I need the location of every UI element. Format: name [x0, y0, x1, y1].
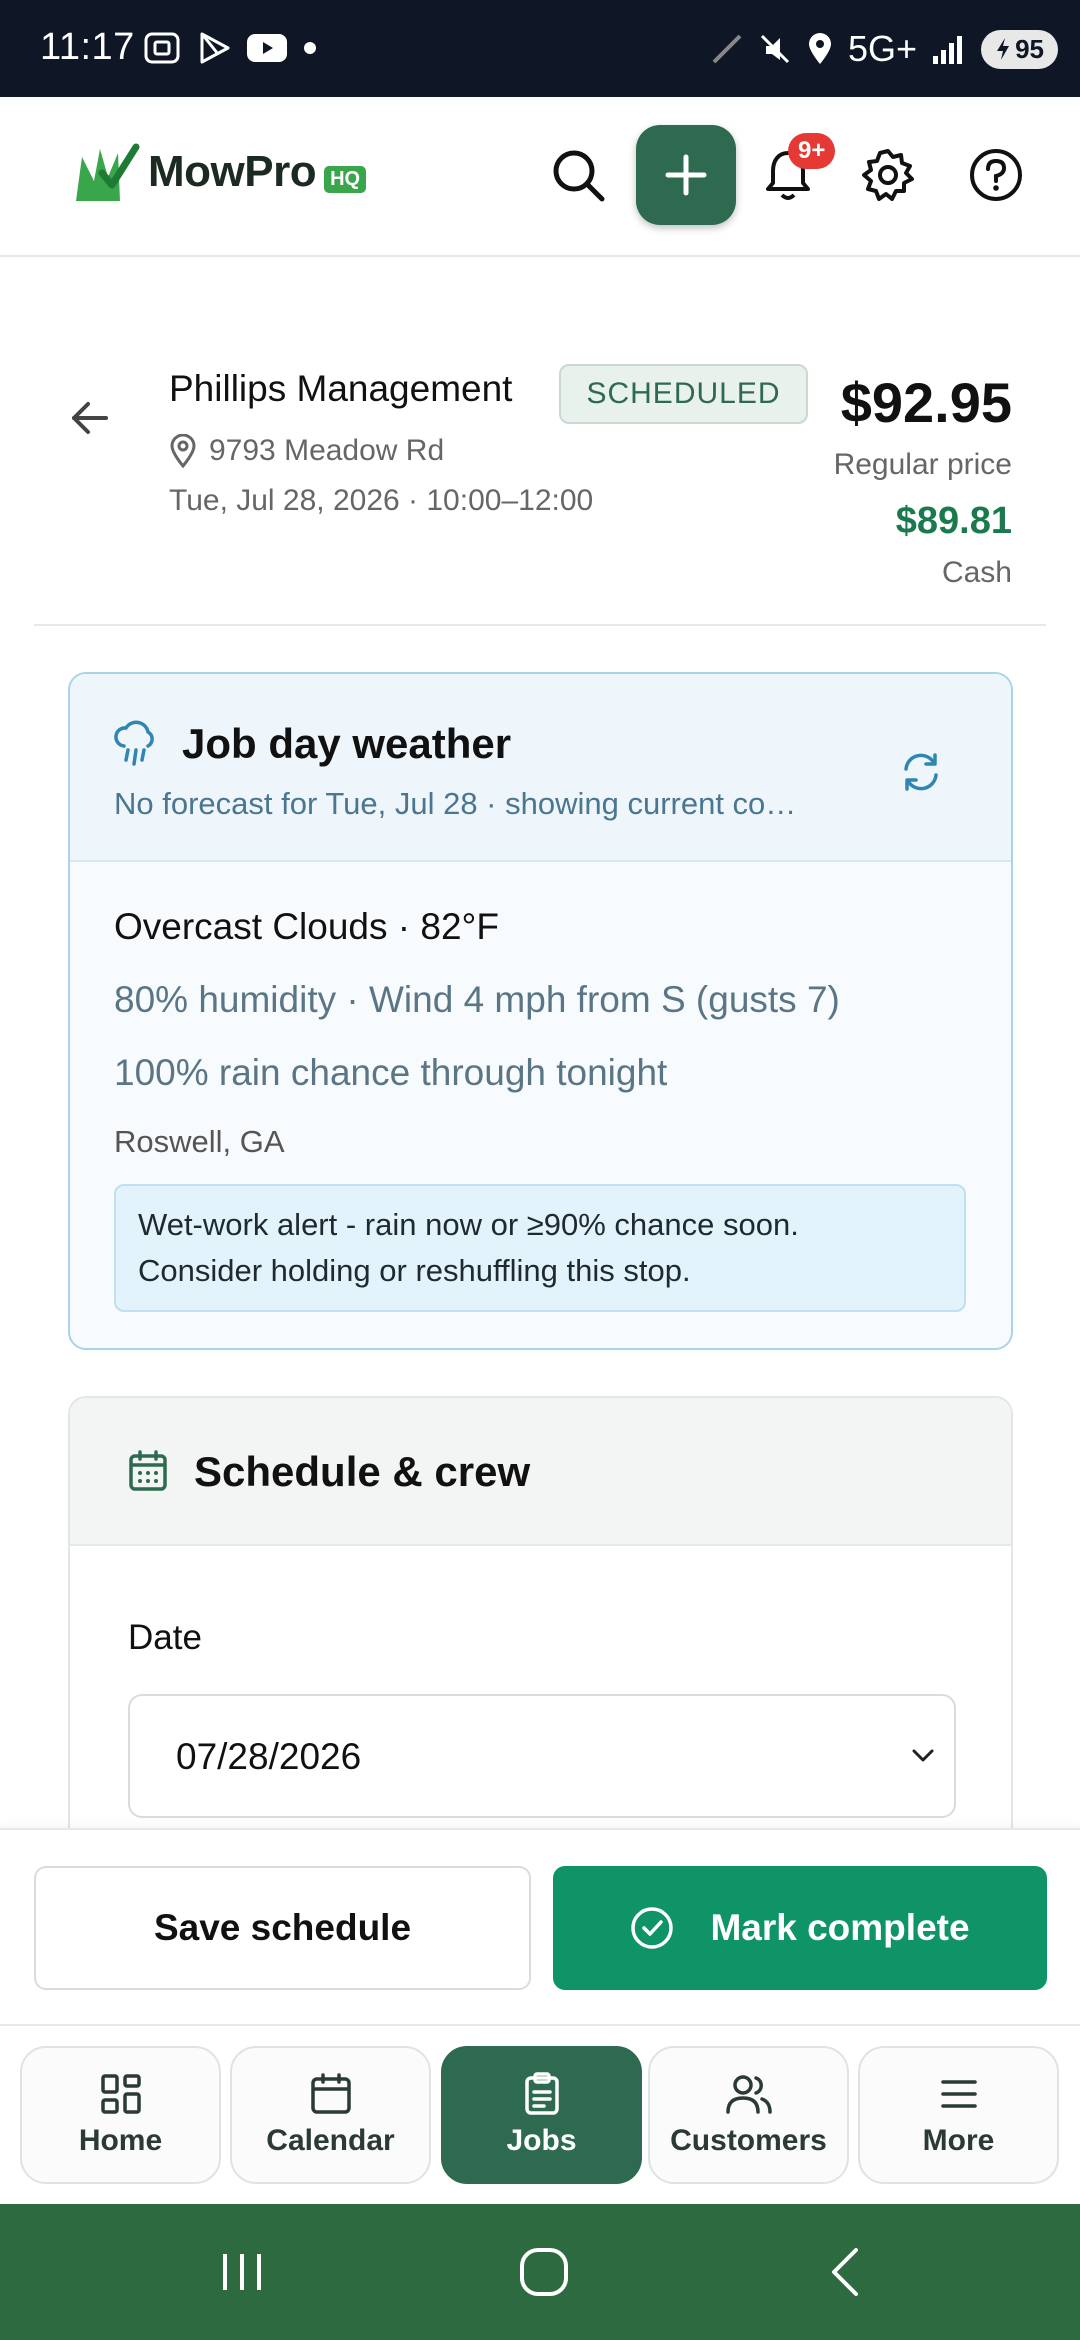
- alert-line-1: Wet-work alert - rain now or ≥90% chance…: [138, 1207, 799, 1242]
- refresh-icon: [904, 753, 938, 791]
- app-logo[interactable]: MowPro HQ: [74, 143, 367, 201]
- check-circle-icon: [631, 1907, 674, 1949]
- battery-level: 95: [1015, 33, 1044, 64]
- recent-apps-icon: [223, 2254, 261, 2290]
- weather-title: Job day weather: [182, 720, 512, 767]
- search-icon: [553, 150, 605, 202]
- system-back-button[interactable]: [806, 2242, 886, 2302]
- save-schedule-button[interactable]: Save schedule: [34, 1866, 531, 1990]
- screenshot-icon: [144, 32, 180, 64]
- status-time: 11:17: [40, 26, 135, 68]
- job-header: Phillips Management SCHEDULED 9793 Meado…: [0, 258, 1080, 628]
- settings-button[interactable]: [838, 125, 938, 225]
- back-chevron-icon: [832, 2248, 858, 2296]
- weather-subtitle: No forecast for Tue, Jul 28 · showing cu…: [114, 786, 797, 821]
- battery-indicator: 95: [981, 29, 1058, 69]
- nav-more[interactable]: More: [858, 2046, 1059, 2184]
- pen-icon: [712, 34, 742, 64]
- recent-apps-button[interactable]: [202, 2242, 282, 2302]
- weather-humidity-wind: 80% humidity · Wind 4 mph from S (gusts …: [114, 979, 840, 1020]
- client-name: Phillips Management: [169, 368, 513, 409]
- cash-label: Cash: [941, 556, 1012, 589]
- add-button[interactable]: [636, 125, 736, 225]
- job-address: 9793 Meadow Rd: [209, 434, 445, 467]
- calendar-icon: [310, 2073, 351, 2114]
- charging-icon: [997, 38, 1010, 60]
- date-label: Date: [128, 1618, 202, 1657]
- location-pin-icon: [170, 434, 196, 468]
- bottom-nav: Home Calendar Jobs Customers More: [0, 2024, 1080, 2204]
- app-header: MowPro HQ 9+: [0, 97, 1080, 257]
- wet-work-alert: Wet-work alert - rain now or ≥90% chance…: [114, 1184, 966, 1312]
- refresh-weather-button[interactable]: [891, 742, 951, 802]
- nav-calendar[interactable]: Calendar: [230, 2046, 431, 2184]
- mute-icon: [760, 34, 790, 64]
- mark-complete-button[interactable]: Mark complete: [553, 1866, 1047, 1990]
- play-store-icon: [200, 32, 230, 64]
- home-circle-icon: [520, 2248, 568, 2296]
- calendar-icon: [129, 1450, 167, 1491]
- gear-icon: [862, 149, 914, 201]
- weather-location: Roswell, GA: [114, 1124, 285, 1159]
- mark-complete-label: Mark complete: [710, 1907, 970, 1948]
- youtube-icon: [247, 34, 287, 62]
- job-price: $92.95: [840, 371, 1012, 434]
- dot-icon: [304, 42, 316, 54]
- notification-badge: 9+: [788, 133, 836, 169]
- logo-badge: HQ: [324, 165, 367, 193]
- nav-customers[interactable]: Customers: [648, 2046, 849, 2184]
- schedule-card-header: Schedule & crew: [70, 1398, 1011, 1546]
- price-label: Regular price: [833, 448, 1012, 481]
- network-type: 5G+: [848, 28, 918, 69]
- grid-icon: [100, 2074, 141, 2114]
- system-nav-bar: [0, 2204, 1080, 2340]
- date-value: 07/28/2026: [176, 1736, 362, 1777]
- nav-label-calendar: Calendar: [266, 2124, 395, 2157]
- weather-card-header: Job day weather No forecast for Tue, Jul…: [70, 674, 1011, 862]
- signal-icon: [933, 36, 963, 64]
- chevron-down-icon: [912, 1749, 934, 1762]
- status-system-icons: 5G+ 95: [710, 28, 1058, 70]
- job-datetime: Tue, Jul 28, 2026 · 10:00–12:00: [169, 484, 594, 517]
- help-button[interactable]: [946, 125, 1046, 225]
- search-button[interactable]: [528, 125, 628, 225]
- action-bar: Save schedule Mark complete: [0, 1828, 1080, 2024]
- status-notification-icons: [142, 30, 318, 66]
- back-arrow-icon: [72, 402, 108, 434]
- divider: [34, 624, 1046, 626]
- nav-label-more: More: [922, 2124, 995, 2157]
- help-icon: [970, 149, 1022, 201]
- weather-rain-chance: 100% rain chance through tonight: [114, 1052, 668, 1093]
- menu-icon: [940, 2080, 977, 2108]
- logo-text: MowPro: [148, 147, 317, 196]
- nav-label-customers: Customers: [670, 2124, 827, 2157]
- nav-label-jobs: Jobs: [506, 2124, 577, 2157]
- weather-condition: Overcast Clouds · 82°F: [114, 906, 499, 947]
- nav-home[interactable]: Home: [20, 2046, 221, 2184]
- clipboard-icon: [524, 2072, 559, 2115]
- grass-logo-icon: [76, 143, 140, 201]
- nav-jobs[interactable]: Jobs: [441, 2046, 642, 2184]
- alert-line-2: Consider holding or reshuffling this sto…: [138, 1253, 691, 1288]
- schedule-title: Schedule & crew: [194, 1448, 531, 1495]
- weather-card: Job day weather No forecast for Tue, Jul…: [68, 672, 1013, 1350]
- plus-icon: [665, 154, 707, 196]
- status-badge: SCHEDULED: [559, 364, 808, 424]
- address-row: 9793 Meadow Rd: [169, 434, 444, 468]
- rain-cloud-icon: [114, 720, 154, 766]
- back-button[interactable]: [60, 388, 120, 448]
- cash-price: $89.81: [895, 500, 1012, 542]
- home-button[interactable]: [504, 2242, 584, 2302]
- users-icon: [725, 2075, 772, 2114]
- location-icon: [809, 33, 832, 64]
- status-bar: 11:17 5G+ 95: [0, 0, 1080, 97]
- notifications-button[interactable]: 9+: [738, 125, 838, 225]
- nav-label-home: Home: [78, 2124, 163, 2157]
- date-select[interactable]: 07/28/2026: [128, 1694, 956, 1818]
